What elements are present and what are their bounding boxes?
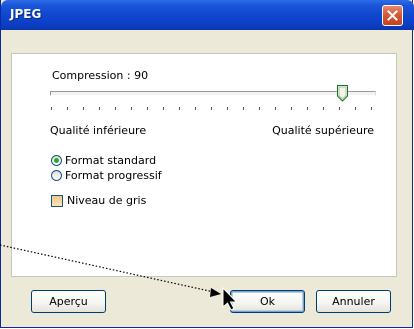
ok-button-label: Ok [259, 295, 276, 308]
slider-tick [211, 107, 212, 110]
compression-label: Compression : 90 [52, 69, 149, 82]
window-title: JPEG [10, 7, 42, 21]
slider-tick [259, 107, 260, 110]
slider-tick [195, 107, 196, 110]
slider-tick [99, 107, 100, 110]
close-button[interactable] [382, 5, 403, 26]
format-standard-option[interactable]: Format standard [51, 154, 156, 167]
format-progressive-option[interactable]: Format progressif [51, 169, 162, 182]
slider-tick [243, 107, 244, 110]
radio-button[interactable] [51, 155, 62, 166]
slider-tick [323, 107, 324, 110]
slider-tick [115, 107, 116, 110]
grayscale-label: Niveau de gris [67, 194, 147, 207]
slider-track[interactable] [50, 91, 376, 96]
slider-tick [163, 107, 164, 110]
slider-tick [67, 107, 68, 110]
slider-tick [291, 107, 292, 110]
ok-button[interactable]: Ok [230, 290, 305, 313]
slider-tick [147, 107, 148, 110]
cancel-button[interactable]: Annuler [316, 290, 391, 313]
slider-tick [355, 107, 356, 110]
slider-tick [227, 107, 228, 110]
close-icon [387, 10, 398, 21]
slider-tick [275, 107, 276, 110]
format-progressive-label: Format progressif [65, 169, 162, 182]
slider-tick [51, 107, 52, 110]
slider-tick [179, 107, 180, 110]
grayscale-option[interactable]: Niveau de gris [51, 194, 146, 207]
slider-tick [371, 107, 372, 110]
preview-button[interactable]: Aperçu [31, 290, 106, 313]
grayscale-checkbox[interactable] [51, 194, 63, 207]
radio-button[interactable] [51, 170, 62, 181]
title-bar[interactable]: JPEG [1, 0, 414, 30]
slider-thumb[interactable] [337, 85, 348, 102]
format-standard-label: Format standard [65, 154, 157, 167]
slider-tick [83, 107, 84, 110]
quality-low-label: Qualité inférieure [50, 124, 147, 137]
preview-button-label: Aperçu [49, 295, 88, 308]
slider-tick [339, 107, 340, 110]
jpeg-dialog: JPEG Compression : 90 Qualité inférieure… [0, 0, 414, 328]
compression-slider[interactable] [50, 85, 377, 114]
slider-tick [131, 107, 132, 110]
slider-tick [307, 107, 308, 110]
radio-selected-dot [54, 158, 59, 163]
cancel-button-label: Annuler [332, 295, 375, 308]
quality-high-label: Qualité supérieure [272, 124, 374, 137]
